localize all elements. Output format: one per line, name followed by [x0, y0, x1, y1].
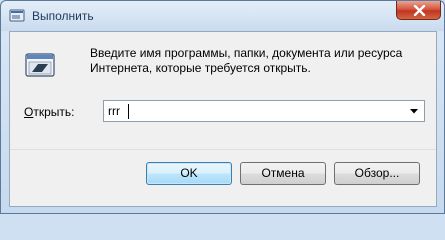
browse-button[interactable]: Обзор...	[334, 162, 420, 185]
text-caret	[128, 104, 129, 119]
run-dialog-icon	[24, 49, 56, 81]
instructions-line-2: Интернета, которые требуется открыть.	[90, 61, 311, 75]
cancel-button[interactable]: Отмена	[240, 162, 326, 185]
open-input[interactable]: rrr	[108, 104, 120, 118]
button-bar: OK Отмена Обзор...	[10, 149, 436, 206]
instructions-line-1: Введите имя программы, папки, документа …	[90, 46, 403, 60]
instructions-text: Введите имя программы, папки, документа …	[90, 46, 430, 76]
close-button[interactable]	[396, 1, 441, 20]
open-combobox[interactable]: rrr	[103, 100, 425, 122]
open-label-accelerator: О	[24, 105, 34, 119]
open-label: Открыть:	[24, 105, 74, 119]
title-bar[interactable]: Выполнить	[1, 1, 444, 31]
run-window-icon	[9, 8, 25, 24]
close-icon	[413, 5, 426, 16]
open-label-text: ткрыть:	[33, 105, 75, 119]
chevron-down-icon	[410, 109, 418, 114]
run-dialog-window: Выполнить Введите имя программы, папки, …	[0, 0, 445, 214]
window-title: Выполнить	[32, 9, 94, 23]
dropdown-button[interactable]	[406, 103, 422, 119]
dialog-body: Введите имя программы, папки, документа …	[9, 31, 437, 207]
ok-button[interactable]: OK	[146, 162, 232, 185]
